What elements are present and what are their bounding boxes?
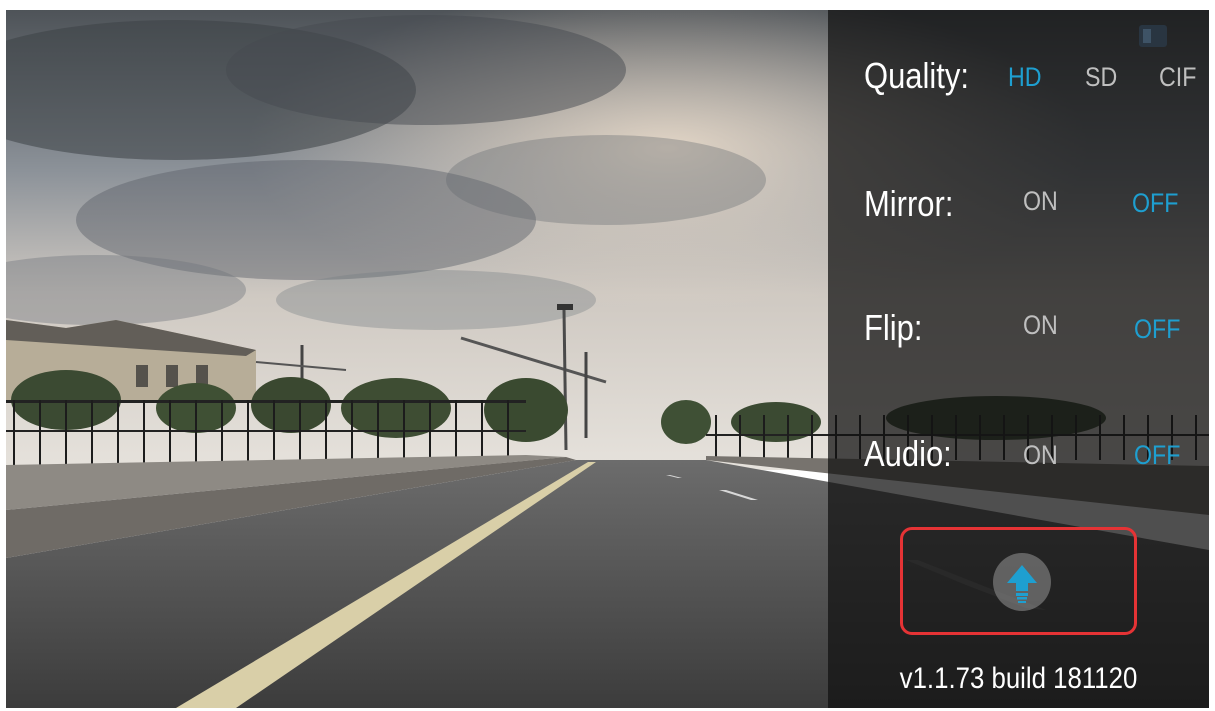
mirror-off-button[interactable]: OFF xyxy=(1132,188,1178,219)
quality-option-cif[interactable]: CIF xyxy=(1159,62,1196,93)
settings-panel: Quality: HD SD CIF Mirror: ON OFF Flip: … xyxy=(828,10,1209,708)
version-label: v1.1.73 build 181120 xyxy=(899,662,1138,695)
upload-arrow-icon xyxy=(1007,565,1037,603)
flip-off-button[interactable]: OFF xyxy=(1134,314,1180,345)
mirror-label: Mirror: xyxy=(864,183,954,224)
mirror-on-button[interactable]: ON xyxy=(1023,186,1058,217)
flip-on-button[interactable]: ON xyxy=(1023,310,1058,341)
audio-off-button[interactable]: OFF xyxy=(1134,440,1180,471)
camera-preview: Quality: HD SD CIF Mirror: ON OFF Flip: … xyxy=(6,10,1209,708)
quality-option-hd[interactable]: HD xyxy=(1008,62,1042,93)
window-icon xyxy=(1139,25,1167,47)
audio-on-button[interactable]: ON xyxy=(1023,440,1058,471)
upgrade-icon-background xyxy=(993,553,1051,611)
audio-label: Audio: xyxy=(864,433,952,474)
quality-option-sd[interactable]: SD xyxy=(1085,62,1117,93)
quality-label: Quality: xyxy=(864,55,969,96)
flip-label: Flip: xyxy=(864,307,923,348)
upgrade-button[interactable] xyxy=(900,527,1137,635)
